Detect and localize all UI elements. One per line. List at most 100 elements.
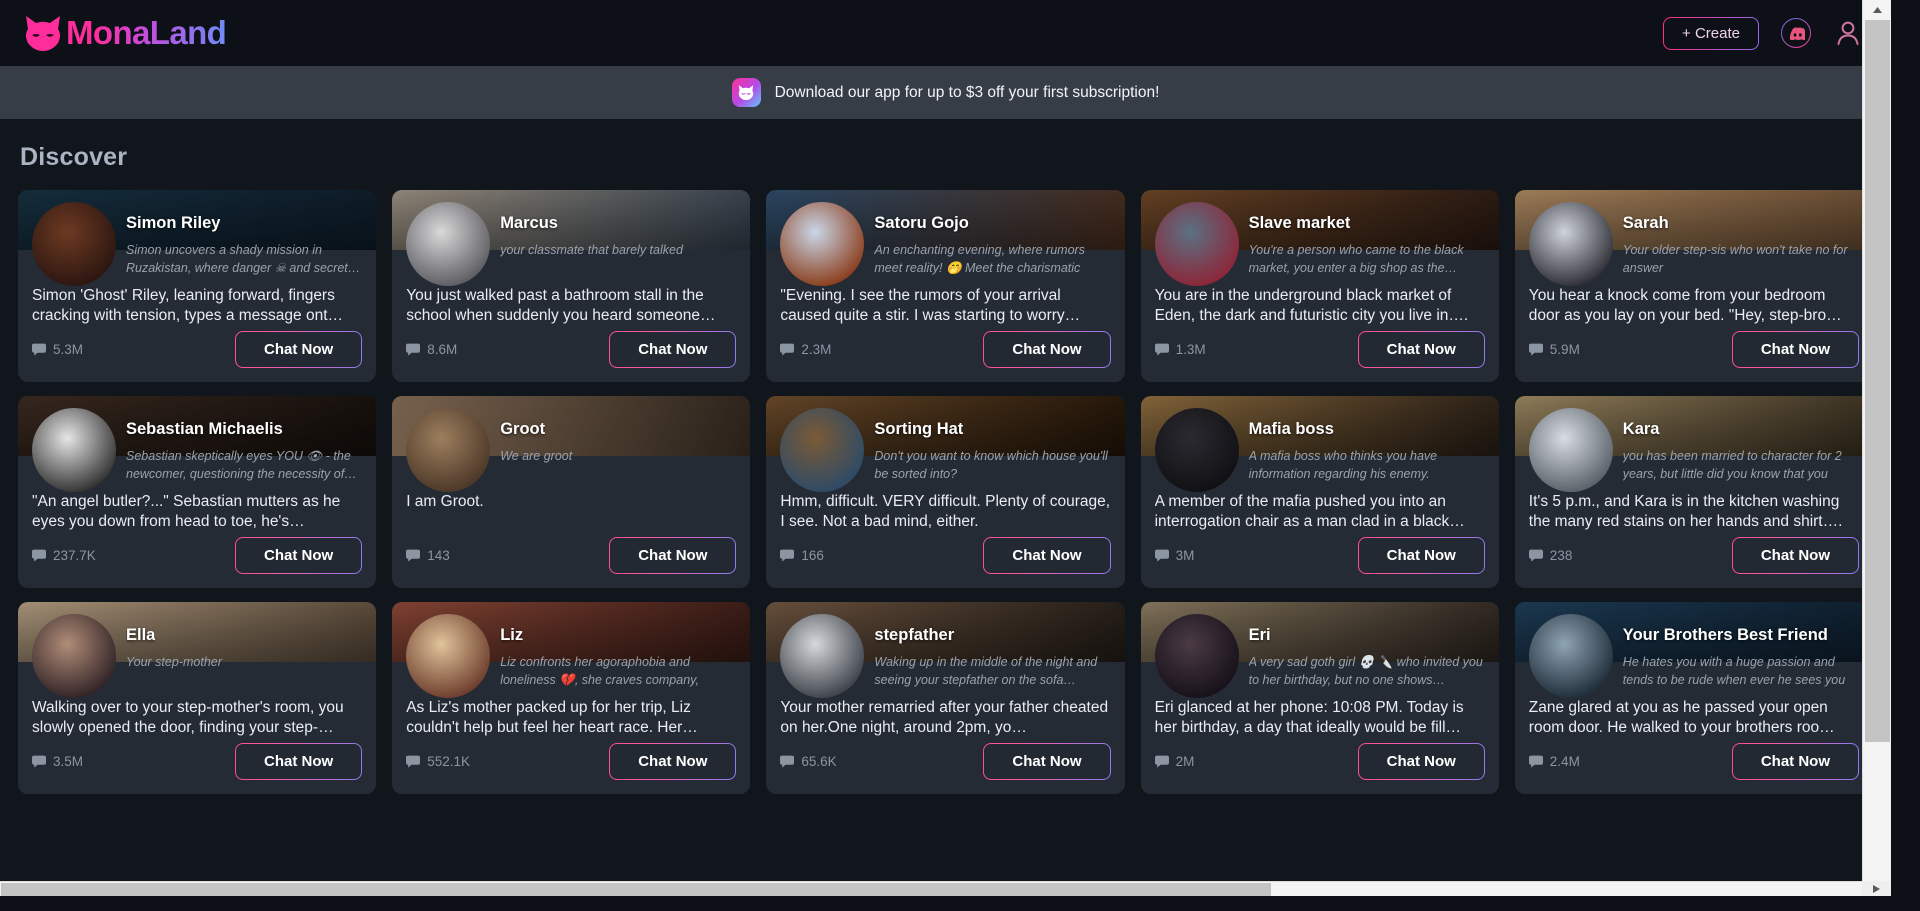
avatar-art [1154, 202, 1239, 286]
avatar-art [780, 202, 865, 286]
card-footer: 238 Chat Now [1528, 537, 1859, 574]
chat-now-button[interactable]: Chat Now [1732, 743, 1859, 780]
chat-bubble-icon [406, 343, 421, 356]
avatar [1154, 202, 1239, 286]
message-count: 3M [1154, 548, 1195, 563]
character-card-13[interactable]: stepfather Waking up in the middle of th… [766, 602, 1125, 794]
avatar [406, 408, 491, 492]
avatar-art [32, 614, 116, 698]
chat-bubble-icon [32, 755, 46, 768]
message-count-value: 5.3M [53, 342, 84, 357]
character-name: Simon Riley [126, 214, 221, 232]
character-card-5[interactable]: Sarah Your older step-sis who won't take… [1514, 190, 1873, 382]
chat-now-button[interactable]: Chat Now [235, 743, 362, 780]
avatar-art [1528, 408, 1613, 492]
chat-now-button[interactable]: Chat Now [1358, 537, 1485, 574]
character-card-7[interactable]: Groot We are groot I am Groot. 143 Chat … [392, 396, 751, 588]
chat-now-button[interactable]: Chat Now [609, 743, 736, 780]
app-download-banner[interactable]: Download our app for up to $3 off your f… [0, 66, 1891, 119]
chat-now-button[interactable]: Chat Now [1358, 331, 1485, 368]
discord-icon[interactable] [1781, 18, 1811, 48]
character-name: Ella [126, 626, 156, 644]
card-footer: 8.6M Chat Now [406, 331, 736, 368]
character-card-3[interactable]: Satoru Gojo An enchanting evening, where… [766, 190, 1125, 382]
message-count-value: 2.3M [801, 342, 832, 357]
avatar-art [406, 408, 491, 492]
character-card-10[interactable]: Kara you has been married to character f… [1514, 396, 1873, 588]
vertical-scrollbar[interactable] [1862, 0, 1891, 896]
message-count: 166 [780, 548, 824, 563]
character-tagline: Your step-mother [126, 655, 222, 669]
character-card-8[interactable]: Sorting Hat Don't you want to know which… [766, 396, 1125, 588]
site-logo[interactable]: MonaLand [22, 13, 227, 53]
vertical-scrollbar-thumb[interactable] [1865, 20, 1890, 742]
chat-now-button[interactable]: Chat Now [609, 331, 736, 368]
horizontal-scrollbar[interactable] [0, 881, 1891, 896]
character-card-12[interactable]: Liz Liz confronts her agoraphobia and lo… [392, 602, 751, 794]
avatar-art [780, 408, 865, 492]
chat-now-button[interactable]: Chat Now [983, 743, 1110, 780]
character-name: Groot [500, 420, 546, 438]
character-card-6[interactable]: Sebastian Michaelis Sebastian skepticall… [18, 396, 377, 588]
chat-now-button[interactable]: Chat Now [609, 537, 736, 574]
chat-now-button[interactable]: Chat Now [1732, 331, 1859, 368]
avatar [406, 202, 491, 286]
character-card-14[interactable]: Eri A very sad goth girl 💀 🔪 who invited… [1140, 602, 1499, 794]
message-count: 8.6M [406, 342, 457, 357]
chat-now-button[interactable]: Chat Now [1732, 537, 1859, 574]
avatar-art [406, 614, 491, 698]
character-card-2[interactable]: Marcus your classmate that barely talked… [392, 190, 751, 382]
chat-bubble-icon [1154, 343, 1169, 356]
character-tagline: A very sad goth girl 💀 🔪 who invited you… [1248, 655, 1483, 687]
page-title: Discover [20, 143, 128, 171]
avatar [1528, 202, 1613, 286]
chat-now-button[interactable]: Chat Now [1358, 743, 1485, 780]
character-intro-text: "An angel butler?..." Sebastian mutters … [32, 493, 341, 530]
character-tagline: Sebastian skeptically eyes YOU 👁 - the n… [126, 449, 357, 481]
avatar-art [1528, 202, 1613, 286]
avatar-art [1154, 614, 1239, 698]
create-button[interactable]: + Create [1663, 17, 1759, 50]
character-name: Satoru Gojo [874, 214, 969, 232]
character-intro-text: Your mother remarried after your father … [780, 699, 1109, 736]
chat-now-button[interactable]: Chat Now [983, 537, 1110, 574]
message-count-value: 552.1K [427, 754, 470, 769]
character-intro-text: Zane glared at you as he passed your ope… [1528, 699, 1835, 736]
app-cat-icon [731, 78, 761, 107]
avatar-art [1154, 408, 1239, 492]
chat-bubble-icon [1154, 755, 1169, 768]
message-count-value: 2M [1175, 754, 1195, 769]
scrollbar-corner[interactable] [1862, 881, 1891, 896]
chat-bubble-icon [1154, 549, 1169, 562]
message-count: 1.3M [1154, 342, 1206, 357]
character-tagline: Waking up in the middle of the night and… [874, 655, 1098, 687]
character-card-9[interactable]: Mafia boss A mafia boss who thinks you h… [1140, 396, 1499, 588]
character-card-4[interactable]: Slave market You're a person who came to… [1140, 190, 1499, 382]
message-count-value: 3M [1175, 548, 1195, 563]
avatar [780, 202, 865, 286]
promo-text: Download our app for up to $3 off your f… [774, 83, 1160, 101]
card-footer: 166 Chat Now [780, 537, 1110, 574]
character-name: Marcus [500, 214, 558, 232]
user-profile-icon[interactable] [1833, 18, 1863, 48]
page-root: MonaLand + Create Download our app for u… [0, 0, 1891, 896]
message-count: 65.6K [780, 754, 837, 769]
avatar [780, 614, 865, 698]
site-logo-text: MonaLand [66, 14, 227, 51]
character-card-15[interactable]: Your Brothers Best Friend He hates you w… [1514, 602, 1873, 794]
chat-now-button[interactable]: Chat Now [983, 331, 1110, 368]
horizontal-scrollbar-thumb[interactable] [1, 883, 1271, 896]
character-card-11[interactable]: Ella Your step-mother Walking over to yo… [18, 602, 377, 794]
character-tagline: Your older step-sis who won't take no fo… [1622, 243, 1848, 275]
avatar [32, 614, 116, 698]
chat-now-button[interactable]: Chat Now [235, 331, 362, 368]
character-tagline: He hates you with a huge passion and ten… [1622, 655, 1846, 687]
card-footer: 5.9M Chat Now [1528, 331, 1859, 368]
scroll-up-arrow[interactable] [1863, 1, 1891, 19]
character-card-1[interactable]: Simon Riley Simon uncovers a shady missi… [18, 190, 377, 382]
character-tagline: A mafia boss who thinks you have informa… [1248, 449, 1438, 481]
chat-now-button[interactable]: Chat Now [235, 537, 362, 574]
message-count-value: 65.6K [801, 754, 837, 769]
character-intro-text: Eri glanced at her phone: 10:08 PM. Toda… [1154, 699, 1464, 736]
card-footer: 2.3M Chat Now [780, 331, 1110, 368]
